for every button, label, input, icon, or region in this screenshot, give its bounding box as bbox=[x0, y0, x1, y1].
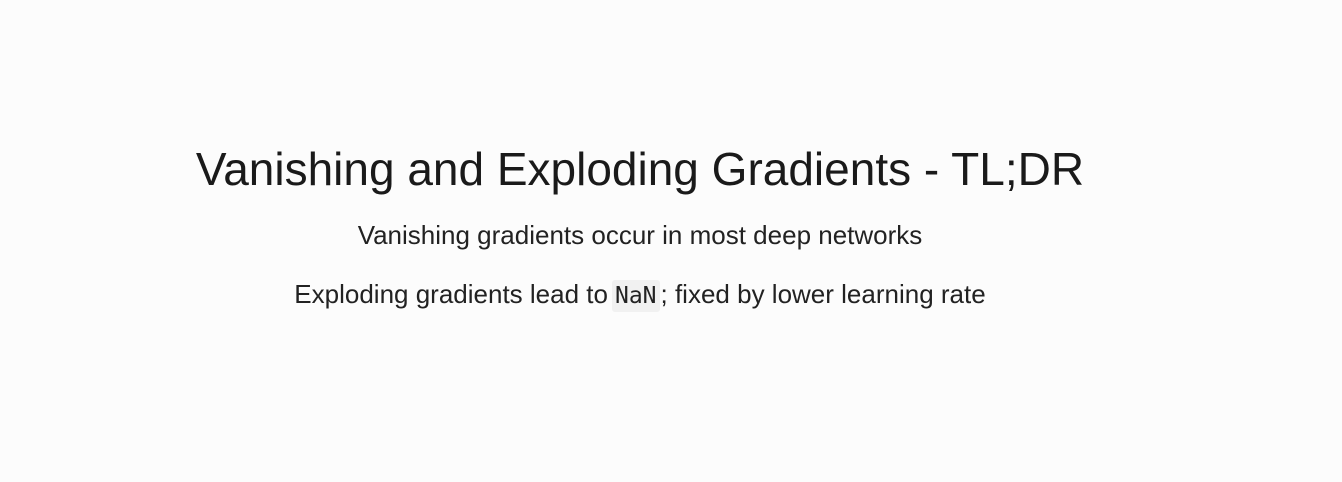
bullet-exploding-gradients: Exploding gradients lead to NaN; fixed by… bbox=[0, 277, 1280, 313]
slide-content: Vanishing and Exploding Gradients - TL;D… bbox=[0, 142, 1280, 313]
bullet-exploding-text-before: Exploding gradients lead to bbox=[294, 279, 608, 309]
nan-code-snippet: NaN bbox=[611, 280, 660, 312]
bullet-exploding-text-after: ; fixed by lower learning rate bbox=[660, 279, 986, 309]
slide-title: Vanishing and Exploding Gradients - TL;D… bbox=[195, 143, 1085, 195]
bullet-vanishing-gradients: Vanishing gradients occur in most deep n… bbox=[357, 220, 923, 250]
slide: Vanishing and Exploding Gradients - TL;D… bbox=[0, 0, 1342, 482]
